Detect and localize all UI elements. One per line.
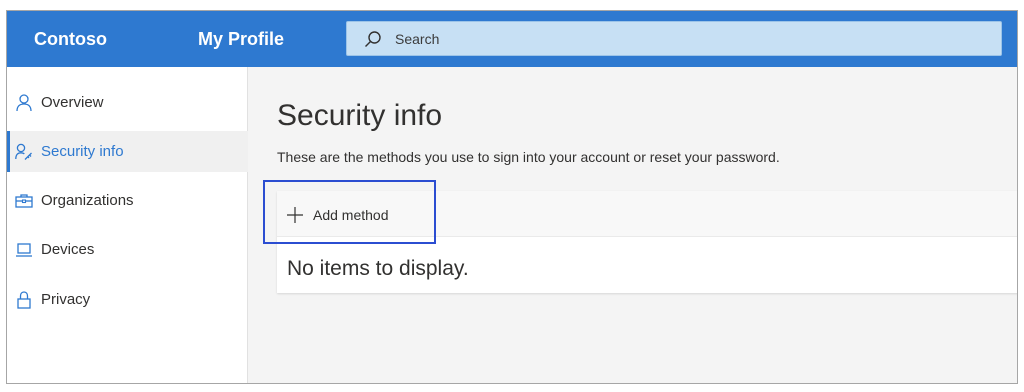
person-icon [15,93,33,112]
page-title: Security info [277,99,443,132]
app-title[interactable]: My Profile [198,11,284,67]
add-method-button[interactable]: Add method [285,201,389,229]
search-input[interactable] [395,30,955,47]
sidebar-item-label: Organizations [41,192,134,209]
add-method-label: Add method [313,207,389,223]
sidebar: Overview Security info Organizations Dev… [7,67,248,383]
laptop-icon [15,241,33,259]
person-key-icon [15,143,33,161]
page-description: These are the methods you use to sign in… [277,149,780,165]
empty-state-message: No items to display. [287,257,469,280]
card-toolbar: Add method [277,191,1017,237]
top-header: Contoso My Profile [7,11,1017,67]
sidebar-item-label: Privacy [41,291,91,308]
sidebar-item-security-info[interactable]: Security info [7,131,248,172]
brand-name[interactable]: Contoso [34,11,107,67]
search-icon[interactable] [363,29,383,49]
briefcase-icon [15,192,33,210]
sidebar-item-label: Overview [41,94,104,111]
main-content: Security info These are the methods you … [249,67,1017,383]
sidebar-item-privacy[interactable]: Privacy [7,279,248,320]
methods-card: Add method No items to display. [277,191,1017,293]
sidebar-item-label: Devices [41,241,95,258]
lock-icon [15,290,33,309]
sidebar-item-overview[interactable]: Overview [7,82,248,123]
app-window: Contoso My Profile Overview [6,10,1018,384]
active-indicator [7,131,10,172]
sidebar-item-devices[interactable]: Devices [7,229,248,270]
sidebar-item-label: Security info [41,143,124,160]
sidebar-item-organizations[interactable]: Organizations [7,180,248,221]
search-box[interactable] [346,21,1002,56]
plus-icon [285,205,305,225]
